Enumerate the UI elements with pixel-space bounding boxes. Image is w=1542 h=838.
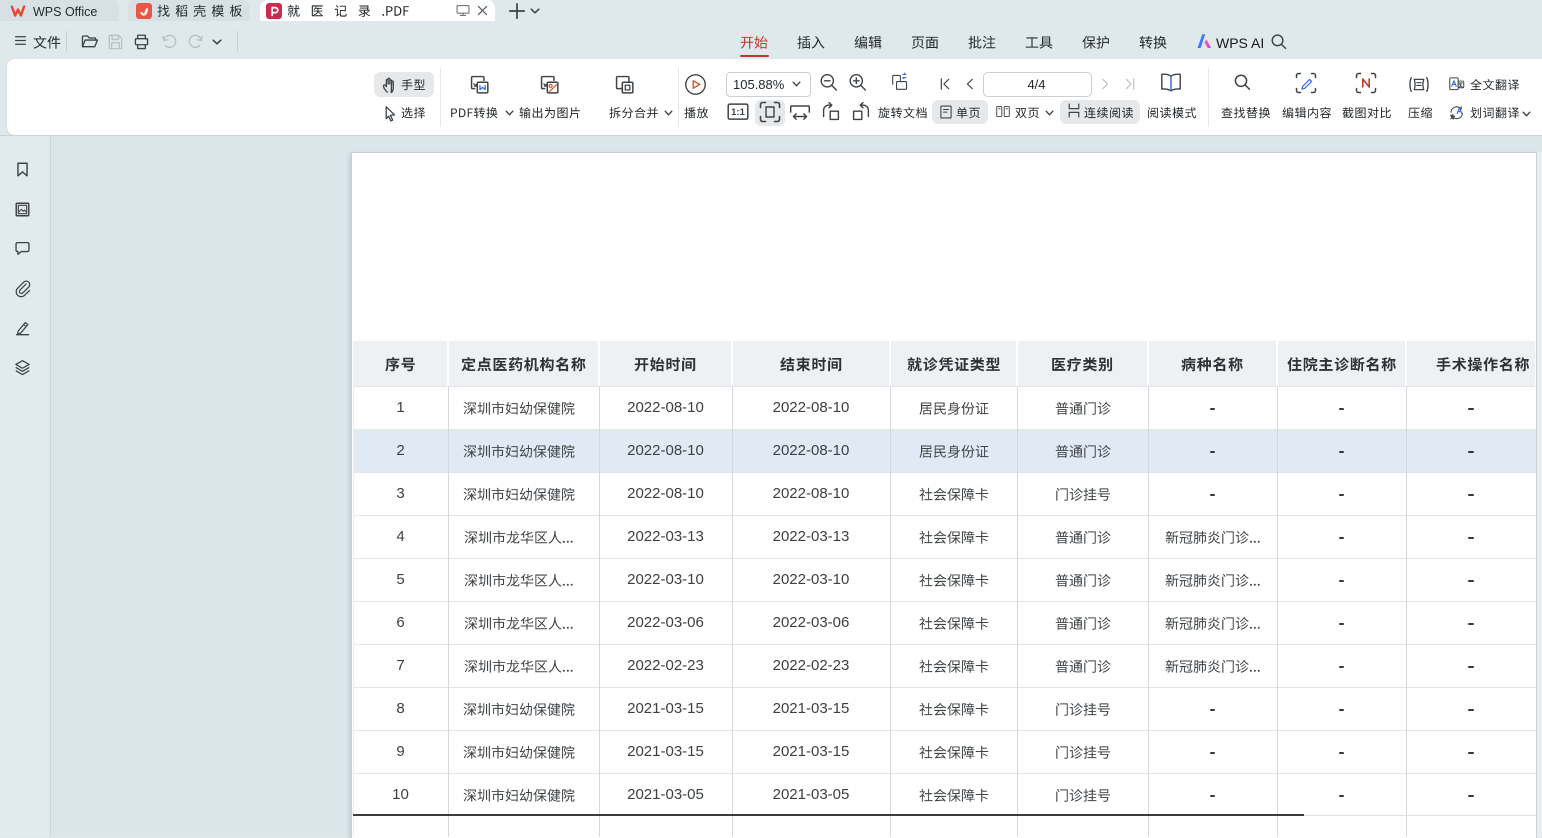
svg-text:1:1: 1:1 [731,107,745,118]
